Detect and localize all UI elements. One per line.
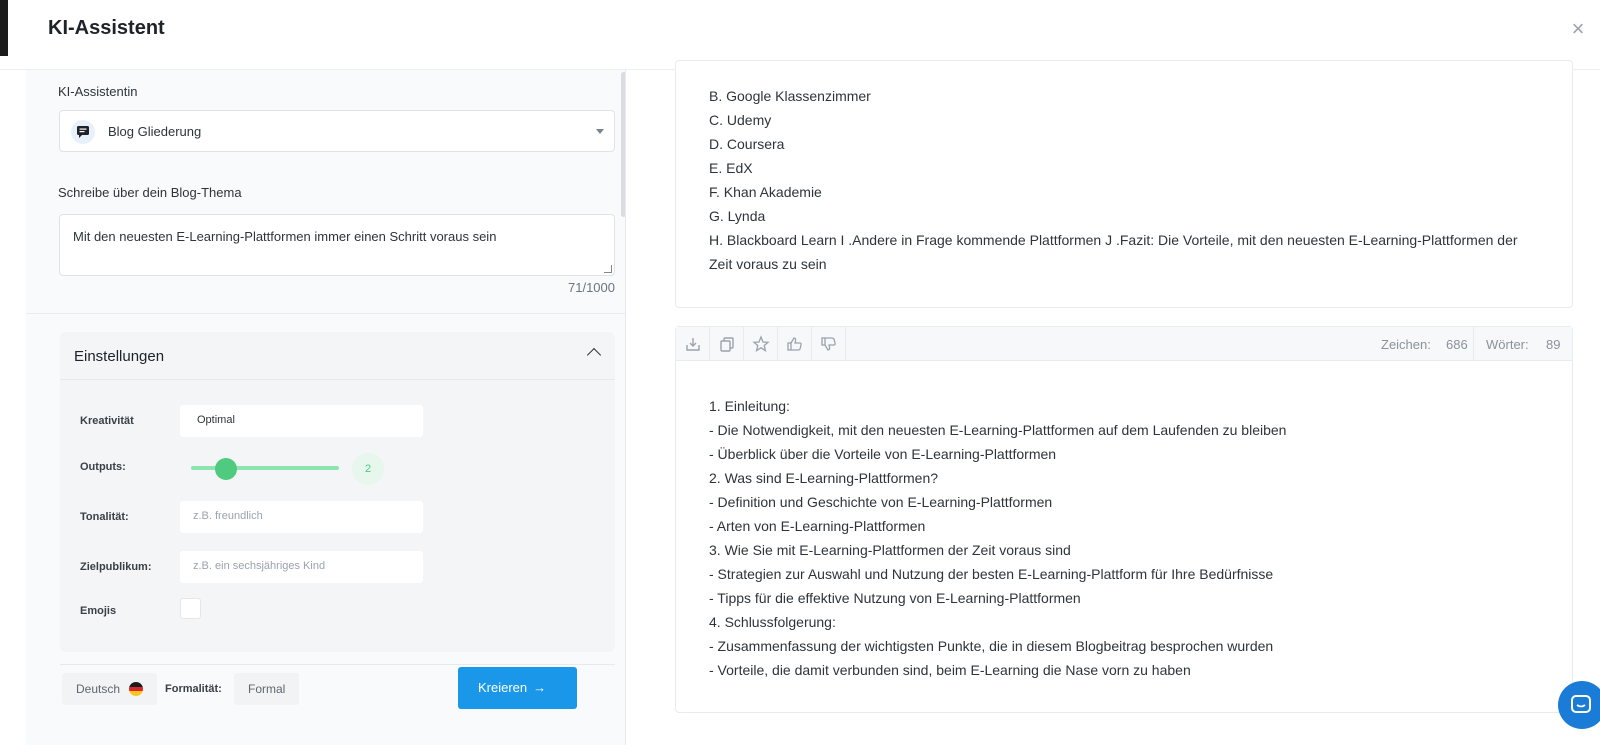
messenger-icon[interactable] xyxy=(1558,681,1600,729)
topic-label: Schreibe über dein Blog-Thema xyxy=(58,185,242,200)
output-line: E. EdX xyxy=(709,160,753,176)
outputs-label: Outputs: xyxy=(80,461,126,473)
output-text-1: B. Google Klassenzimmer C. Udemy D. Cour… xyxy=(709,84,1539,276)
output-line: - Überblick über die Vorteile von E-Lear… xyxy=(709,446,1057,462)
german-flag-icon xyxy=(129,682,144,696)
output-line: - Definition und Geschichte von E-Learni… xyxy=(709,494,1053,510)
audience-label: Zielpublikum: xyxy=(80,561,152,573)
thumbs-down-icon[interactable] xyxy=(812,327,846,361)
output-toolbar: Zeichen: 686 Wörter: 89 xyxy=(676,327,1572,361)
output-card-1: B. Google Klassenzimmer C. Udemy D. Cour… xyxy=(675,60,1573,308)
output-line: - Die Notwendigkeit, mit den neuesten E-… xyxy=(709,422,1287,438)
audience-input[interactable]: z.B. ein sechsjähriges Kind xyxy=(180,551,423,583)
language-select[interactable]: Deutsch xyxy=(62,673,158,705)
formality-select[interactable]: Formal xyxy=(234,673,300,705)
topic-textarea[interactable]: Mit den neuesten E-Learning-Plattformen … xyxy=(59,214,615,276)
chevron-up-icon[interactable] xyxy=(586,347,602,363)
output-line: D. Coursera xyxy=(709,136,785,152)
arrow-right-icon: → xyxy=(533,680,547,695)
create-button[interactable]: Kreieren → xyxy=(458,667,577,709)
copy-icon[interactable] xyxy=(710,327,744,361)
resize-handle[interactable] xyxy=(604,265,612,273)
output-line: H. Blackboard Learn I .Andere in Frage k… xyxy=(709,232,1518,272)
topic-value: Mit den neuesten E-Learning-Plattformen … xyxy=(73,229,497,244)
chevron-down-icon xyxy=(596,129,604,134)
emojis-label: Emojis xyxy=(80,605,117,617)
input-section: KI-Assistentin Blog Gliederung Schreibe … xyxy=(26,70,625,314)
output-line: C. Udemy xyxy=(709,112,772,128)
outputs-slider-track[interactable] xyxy=(191,466,339,470)
language-value: Deutsch xyxy=(76,682,121,696)
formality-value: Formal xyxy=(248,682,286,696)
stat-divider xyxy=(1473,327,1474,361)
chars-value: 686 xyxy=(1446,337,1468,352)
creativity-value: Optimal xyxy=(197,414,235,426)
output-line: - Strategien zur Auswahl und Nutzung der… xyxy=(709,566,1274,582)
create-button-label: Kreieren xyxy=(478,680,528,695)
words-label: Wörter: xyxy=(1486,337,1529,352)
chat-bubble-icon xyxy=(71,120,95,144)
output-card-2: Zeichen: 686 Wörter: 89 1. Einleitung: -… xyxy=(675,326,1573,713)
chars-label: Zeichen: xyxy=(1381,337,1431,352)
creativity-label: Kreativität xyxy=(80,415,134,427)
char-counter: 71/1000 xyxy=(568,280,615,295)
panel-divider xyxy=(625,70,626,745)
outputs-slider-handle[interactable] xyxy=(215,458,237,480)
thumbs-up-icon[interactable] xyxy=(778,327,812,361)
creativity-select[interactable]: Optimal xyxy=(180,405,423,437)
action-bar: Deutsch Formalität: Formal Kreieren → xyxy=(60,664,615,709)
tone-placeholder: z.B. freundlich xyxy=(193,510,263,522)
output-line: B. Google Klassenzimmer xyxy=(709,88,871,104)
output-line: - Vorteile, die damit verbunden sind, be… xyxy=(709,662,1191,678)
output-line: G. Lynda xyxy=(709,208,766,224)
input-panel: KI-Assistentin Blog Gliederung Schreibe … xyxy=(26,70,625,745)
output-line: - Arten von E-Learning-Plattformen xyxy=(709,518,926,534)
close-icon[interactable]: × xyxy=(1568,18,1588,40)
words-value: 89 xyxy=(1546,337,1561,352)
output-line: - Tipps für die effektive Nutzung von E-… xyxy=(709,590,1081,606)
formality-label: Formalität: xyxy=(165,683,222,695)
tone-label: Tonalität: xyxy=(80,511,129,523)
assistant-select[interactable]: Blog Gliederung xyxy=(59,110,615,152)
settings-title: Einstellungen xyxy=(74,348,165,365)
page-title: KI-Assistent xyxy=(48,17,165,39)
output-line: 3. Wie Sie mit E-Learning-Plattformen de… xyxy=(709,542,1071,558)
assistant-label: KI-Assistentin xyxy=(58,84,138,99)
audience-placeholder: z.B. ein sechsjähriges Kind xyxy=(193,560,326,572)
outputs-value: 2 xyxy=(352,453,384,485)
output-line: - Zusammenfassung der wichtigsten Punkte… xyxy=(709,638,1274,654)
emojis-checkbox[interactable] xyxy=(180,598,201,619)
assistant-select-value: Blog Gliederung xyxy=(108,124,202,139)
settings-header[interactable]: Einstellungen xyxy=(60,332,615,380)
output-line: 1. Einleitung: xyxy=(709,398,790,414)
window-edge xyxy=(0,0,8,56)
output-line: F. Khan Akademie xyxy=(709,184,822,200)
output-text-2: 1. Einleitung: - Die Notwendigkeit, mit … xyxy=(709,394,1286,682)
output-line: 4. Schlussfolgerung: xyxy=(709,614,836,630)
tone-input[interactable]: z.B. freundlich xyxy=(180,501,423,533)
output-line: 2. Was sind E-Learning-Plattformen? xyxy=(709,470,939,486)
download-icon[interactable] xyxy=(676,327,710,361)
settings-panel: Einstellungen Kreativität Optimal Output… xyxy=(60,332,615,652)
star-icon[interactable] xyxy=(744,327,778,361)
